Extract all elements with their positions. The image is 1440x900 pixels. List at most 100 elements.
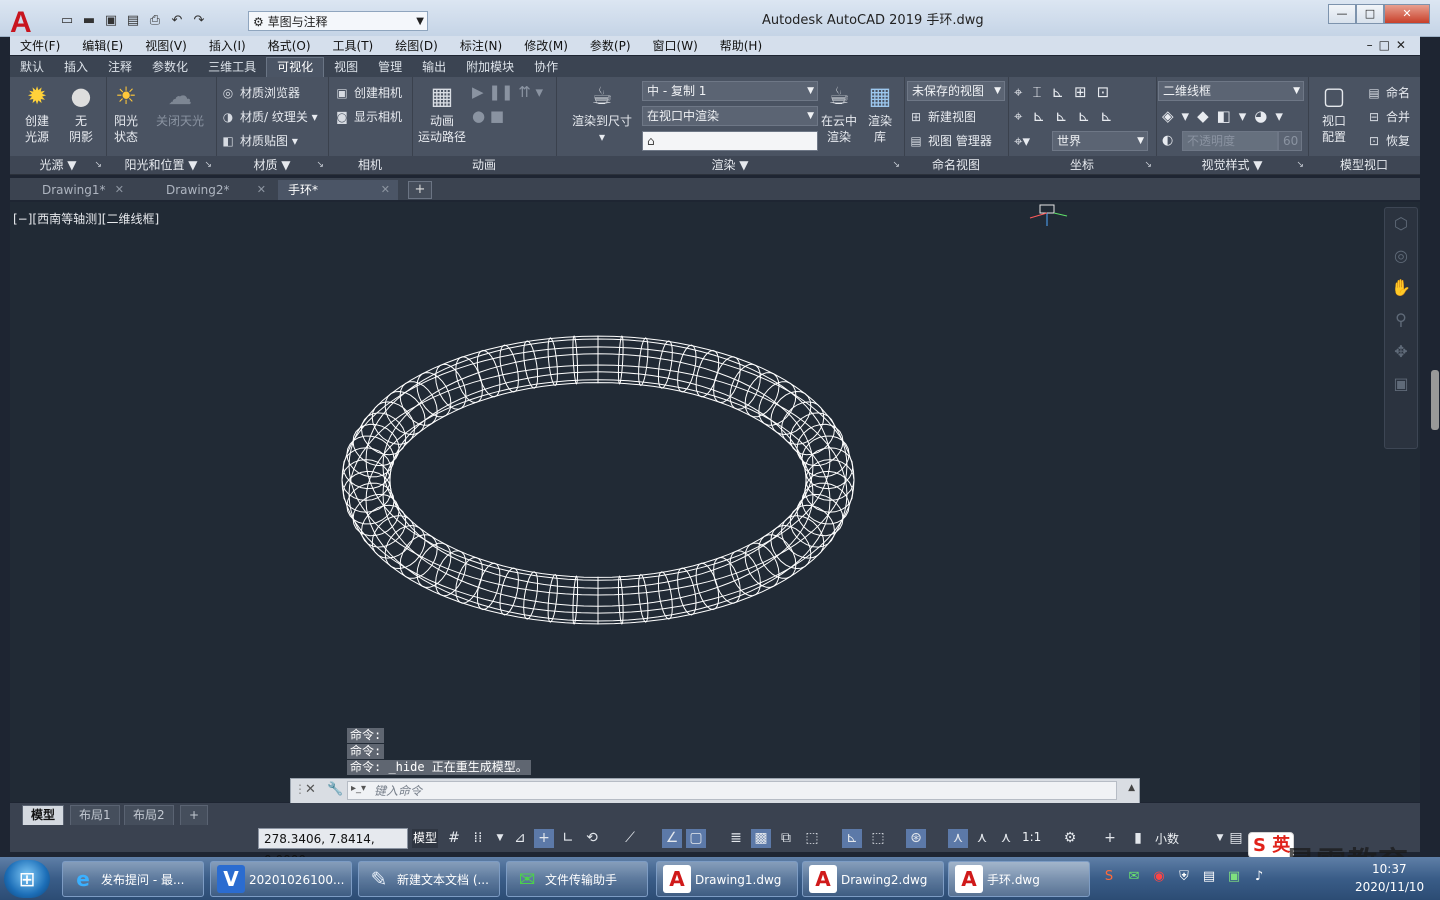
command-input[interactable]: 键入命令	[347, 781, 1117, 800]
taskbar-button-active[interactable]: A 手环.dwg	[948, 861, 1090, 897]
gizmo-icon[interactable]: ⊛	[906, 829, 926, 848]
model-space-toggle[interactable]: 模型	[412, 829, 438, 848]
create-camera-button[interactable]: ▣ 创建相机	[334, 84, 402, 101]
pan-hand-icon[interactable]: ✋	[1385, 272, 1417, 304]
showmotion-icon[interactable]: ▣	[1385, 368, 1417, 400]
taskbar-button[interactable]: ✎ 新建文本文档 (...	[358, 861, 500, 897]
transparency-icon[interactable]: ▩	[751, 829, 771, 848]
volume-icon[interactable]: ♪	[1250, 868, 1268, 886]
show-camera-button[interactable]: ◙ 显示相机	[334, 108, 402, 125]
animation-record-controls[interactable]: ● ■	[472, 107, 504, 125]
start-button[interactable]: ⊞	[4, 860, 50, 898]
opacity-toggle-icon[interactable]: ◐	[1162, 133, 1173, 148]
minimize-button[interactable]: —	[1328, 4, 1356, 24]
scrollbar[interactable]	[1431, 370, 1439, 430]
taskbar-button[interactable]: ✉ 文件传输助手	[506, 861, 648, 897]
sky-off-button[interactable]: ☁ 关闭天光	[150, 81, 210, 129]
ribbon-tab[interactable]: 管理	[368, 58, 412, 77]
layout-tab-model[interactable]: 模型	[22, 805, 65, 826]
shield-icon[interactable]: ⛨	[1175, 868, 1193, 886]
open-file-icon[interactable]: ▬	[80, 12, 98, 30]
opacity-value[interactable]: 60	[1278, 131, 1302, 151]
selection-filter-icon[interactable]: ⬚	[868, 829, 888, 848]
file-tab[interactable]: Drawing1* ✕	[12, 180, 132, 200]
snap-icon[interactable]: ⁞⁞	[468, 829, 488, 848]
plus-icon[interactable]: +	[1100, 829, 1120, 848]
animation-play-controls[interactable]: ▶ ❚❚ ⇈ ▾	[472, 83, 543, 101]
ribbon-tab[interactable]: 参数化	[142, 58, 198, 77]
orbit-icon[interactable]: ✥	[1385, 336, 1417, 368]
ribbon-tab[interactable]: 插入	[54, 58, 98, 77]
steering-wheel-icon[interactable]: ◎	[1385, 240, 1417, 272]
save-icon[interactable]: ▣	[102, 12, 120, 30]
auto-scale-icon[interactable]: ⋏	[972, 829, 992, 848]
sun-status-button[interactable]: ☀ 阳光 状态	[106, 81, 146, 145]
drawing-viewport[interactable]	[10, 202, 1420, 802]
menu-item[interactable]: 编辑(E)	[72, 37, 135, 54]
lineweight-icon[interactable]: ≣	[726, 829, 746, 848]
chevron-down-icon[interactable]: ▼	[490, 829, 510, 848]
motion-path-button[interactable]: ▦ 动画 运动路径	[414, 81, 470, 145]
no-shadow-button[interactable]: ● 无 阴影	[60, 81, 102, 145]
isometric-drafting-icon[interactable]: ⟋	[620, 829, 640, 848]
units-icon[interactable]: ▮	[1128, 829, 1148, 848]
new-file-icon[interactable]: ▭	[58, 12, 76, 30]
ribbon-tab[interactable]: 附加模块	[456, 58, 524, 77]
taskbar-button[interactable]: A Drawing1.dwg	[656, 861, 798, 897]
nvidia-icon[interactable]: ▣	[1225, 868, 1243, 886]
menu-item[interactable]: 参数(P)	[580, 37, 643, 54]
ribbon-tab[interactable]: 三维工具	[198, 58, 266, 77]
close-icon[interactable]: ✕	[381, 180, 390, 200]
named-view-select[interactable]: 未保存的视图 ▼	[907, 81, 1005, 101]
coordinate-readout[interactable]: 278.3406, 7.8414, 0.0000	[258, 828, 408, 867]
file-tab-active[interactable]: 手环* ✕	[278, 180, 398, 200]
create-light-button[interactable]: ✹ 创建 光源	[16, 81, 58, 145]
units-value[interactable]: 小数	[1155, 830, 1179, 847]
zoom-icon[interactable]: ⚲	[1385, 304, 1417, 336]
taskbar-button[interactable]: V 20201026100...	[210, 861, 352, 897]
close-icon[interactable]: ✕	[257, 180, 266, 200]
viewport-join-button[interactable]: ⊟ 合并	[1366, 108, 1410, 125]
ribbon-tab[interactable]: 默认	[10, 58, 54, 77]
object-snap-tracking-icon[interactable]: ∠	[662, 829, 682, 848]
taskbar-button[interactable]: e 发布提问 - 最...	[62, 861, 204, 897]
render-progress-field[interactable]: ⌂	[642, 131, 818, 151]
close-icon[interactable]: ✕	[305, 782, 316, 797]
print-icon[interactable]: ⎙	[146, 12, 164, 30]
materials-browser-button[interactable]: ◎ 材质浏览器	[220, 84, 300, 101]
undo-icon[interactable]: ↶	[168, 12, 186, 30]
ucs-select[interactable]: 世界 ▼	[1052, 131, 1148, 151]
selection-cycling-icon[interactable]: ⧉	[776, 829, 796, 848]
annotation-visibility-icon[interactable]: ⋏	[948, 829, 968, 848]
layout-tab[interactable]: 布局2	[124, 805, 174, 826]
opacity-field[interactable]: 不透明度	[1182, 131, 1278, 151]
ucs-tools-row1[interactable]: ⌖⌶⊾⊞⊡	[1014, 83, 1119, 101]
visual-style-select[interactable]: 二维线框 ▼	[1158, 81, 1304, 101]
add-layout-button[interactable]: +	[180, 805, 208, 826]
dynamic-ucs-icon[interactable]: ⊾	[842, 829, 862, 848]
viewport-restore-button[interactable]: ⊡ 恢复	[1366, 132, 1410, 149]
close-button[interactable]: ✕	[1384, 4, 1430, 24]
workspace-selector[interactable]: ⚙ 草图与注释 ▼	[248, 11, 428, 31]
weibo-icon[interactable]: ◉	[1150, 868, 1168, 886]
ribbon-tab[interactable]: 可视化	[266, 57, 325, 77]
menu-item[interactable]: 修改(M)	[514, 37, 580, 54]
render-preset-select[interactable]: 中 - 复制 1 ▼	[642, 81, 818, 101]
menu-item[interactable]: 视图(V)	[135, 37, 199, 54]
visual-style-tools[interactable]: ◈▾◆◧▾◕▾	[1162, 107, 1291, 125]
close-icon[interactable]: ✕	[115, 180, 124, 200]
wechat-tray-icon[interactable]: ✉	[1125, 868, 1143, 886]
save-as-icon[interactable]: ▤	[124, 12, 142, 30]
command-prompt-icon[interactable]: ▸_▾	[351, 783, 366, 794]
polar-tracking-icon[interactable]: ⟲	[582, 829, 602, 848]
infer-constraints-icon[interactable]: ⊿	[510, 829, 530, 848]
sogou-icon[interactable]: S	[1100, 868, 1118, 886]
panel-title-materials[interactable]: 材质 ▼ ↘	[216, 156, 328, 174]
panel-title-visual-styles[interactable]: 视觉样式 ▼ ↘	[1156, 156, 1308, 174]
render-location-select[interactable]: 在视口中渲染 ▼	[642, 106, 818, 126]
layout-tab[interactable]: 布局1	[70, 805, 120, 826]
material-mapping-button[interactable]: ◧ 材质贴图 ▾	[220, 132, 298, 149]
ribbon-tab[interactable]: 视图	[324, 58, 368, 77]
panel-title-render[interactable]: 渲染 ▼ ↘	[556, 156, 904, 174]
redo-icon[interactable]: ↷	[190, 12, 208, 30]
